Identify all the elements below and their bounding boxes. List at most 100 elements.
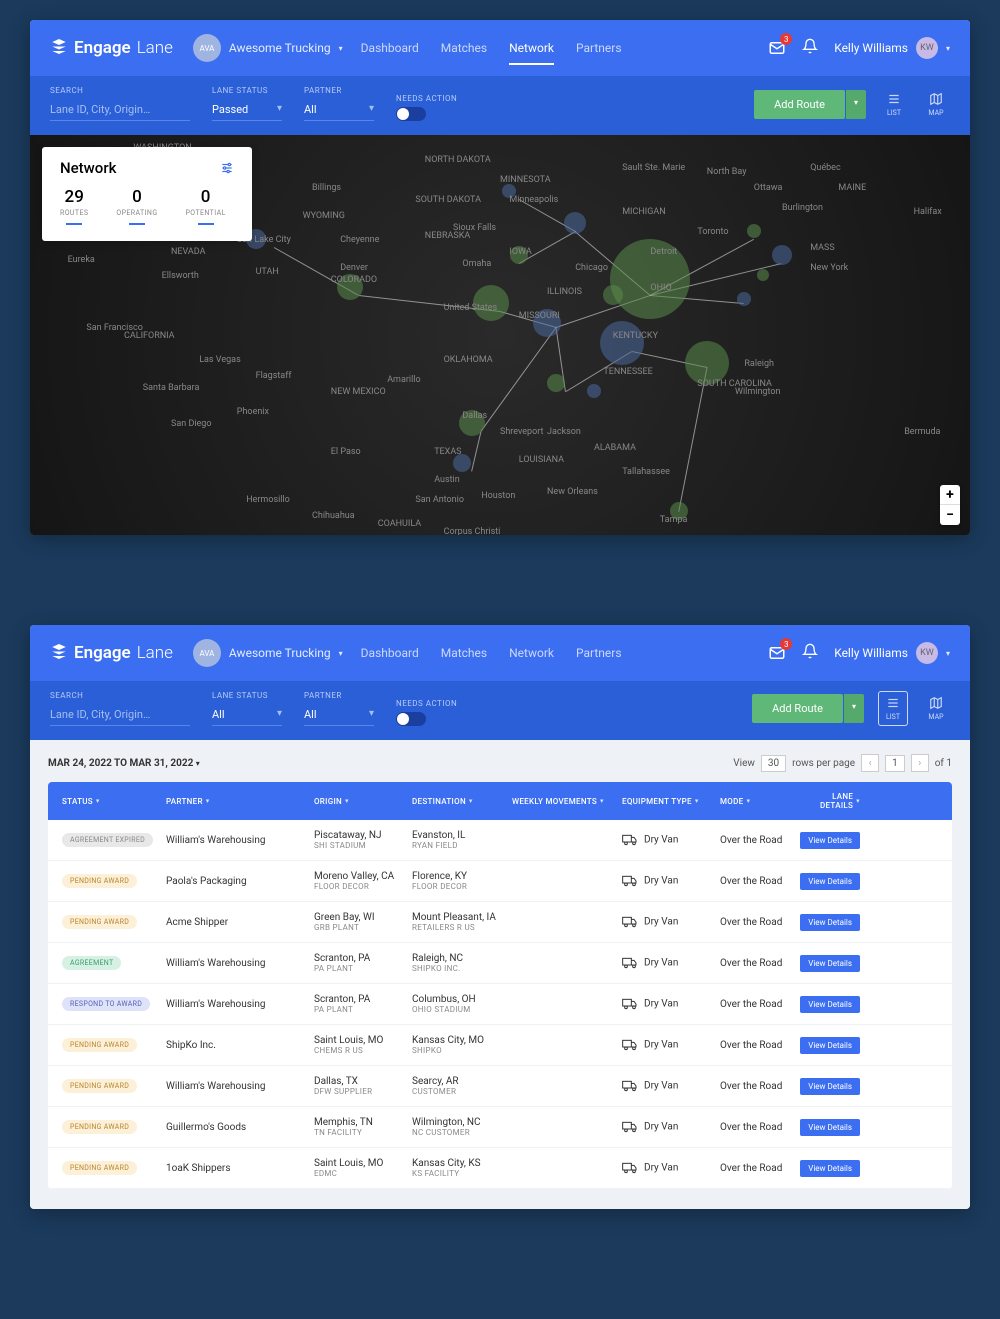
nav-partners[interactable]: Partners [576,640,622,666]
table-row: AGREEMENT EXPIREDWilliam's WarehousingPi… [48,820,952,861]
mode-cell: Over the Road [720,917,800,928]
network-node[interactable] [685,341,729,385]
org-avatar: AVA [193,34,221,62]
mode-cell: Over the Road [720,835,800,846]
user-avatar: KW [916,37,938,59]
search-input[interactable] [50,704,190,726]
status-badge: PENDING AWARD [62,1120,137,1134]
notifications-icon[interactable]: 3 [768,644,786,662]
network-node[interactable] [510,246,528,264]
bell-icon[interactable] [802,38,818,58]
view-details-button[interactable]: View Details [800,955,860,972]
view-details-button[interactable]: View Details [800,873,860,890]
network-node[interactable] [587,384,601,398]
nav-dashboard[interactable]: Dashboard [361,35,419,61]
map-view-button[interactable]: MAP [922,692,950,725]
zoom-in-button[interactable]: + [940,485,960,505]
add-route-dropdown[interactable]: ▾ [846,90,866,119]
map[interactable]: WASHINGTONSeattleNORTH DAKOTABillingsMIN… [30,135,970,535]
prev-page-button[interactable]: ‹ [861,754,879,772]
destination-cell: Searcy, ARCUSTOMER [412,1076,512,1096]
add-route-button[interactable]: Add Route [754,90,845,119]
network-node[interactable] [533,309,561,337]
col-partner[interactable]: PARTNER [166,792,314,810]
needs-action-toggle[interactable] [396,107,426,121]
status-badge: PENDING AWARD [62,1079,137,1093]
network-node[interactable] [747,224,761,238]
org-name: Awesome Trucking [229,41,331,55]
nav-partners[interactable]: Partners [576,35,622,61]
network-node[interactable] [603,285,623,305]
network-node[interactable] [473,285,509,321]
col-status[interactable]: STATUS [62,792,166,810]
view-details-button[interactable]: View Details [800,914,860,931]
list-view-button[interactable]: LIST [880,88,908,121]
needs-action-toggle[interactable] [396,712,426,726]
equipment-cell: Dry Van [622,916,720,928]
partner-select[interactable]: All [304,704,374,726]
chevron-down-icon: ▾ [339,649,343,658]
nav-dashboard[interactable]: Dashboard [361,640,419,666]
nav-network[interactable]: Network [509,35,554,61]
network-node[interactable] [337,274,363,300]
origin-cell: Green Bay, WIGRB PLANT [314,912,412,932]
notifications-icon[interactable]: 3 [768,39,786,57]
mode-cell: Over the Road [720,1122,800,1133]
network-node[interactable] [772,245,792,265]
next-page-button[interactable]: › [911,754,929,772]
lane-status-select[interactable]: Passed [212,99,282,121]
list-view-button[interactable]: LIST [878,691,908,726]
org-selector[interactable]: AVA Awesome Trucking ▾ [193,639,343,667]
network-node[interactable] [459,410,485,436]
network-map-panel: EngageLane AVA Awesome Trucking ▾ Dashbo… [30,20,970,535]
bell-icon[interactable] [802,643,818,663]
partner-cell: Paola's Packaging [166,876,314,887]
equipment-cell: Dry Van [622,1039,720,1051]
partner-label: PARTNER [304,691,374,700]
page-input[interactable]: 1 [885,755,905,772]
map-view-button[interactable]: MAP [922,88,950,121]
nav-matches[interactable]: Matches [441,35,487,61]
col-weekly-movements[interactable]: WEEKLY MOVEMENTS [512,792,622,810]
chevron-down-icon: ▾ [946,649,950,658]
view-details-button[interactable]: View Details [800,1078,860,1095]
mode-cell: Over the Road [720,1163,800,1174]
network-stats-panel: Network 29ROUTES0OPERATING0POTENTIAL [42,147,252,241]
network-node[interactable] [610,239,690,319]
destination-cell: Evanston, ILRYAN FIELD [412,830,512,850]
view-details-button[interactable]: View Details [800,996,860,1013]
view-details-button[interactable]: View Details [800,1160,860,1177]
lanes-table: STATUSPARTNERORIGINDESTINATIONWEEKLY MOV… [48,782,952,1189]
col-mode[interactable]: MODE [720,792,800,810]
org-selector[interactable]: AVA Awesome Trucking ▾ [193,34,343,62]
col-equipment-type[interactable]: EQUIPMENT TYPE [622,792,720,810]
logo[interactable]: EngageLane [50,38,173,58]
rows-per-page-select[interactable]: 30 [761,755,786,772]
view-details-button[interactable]: View Details [800,1119,860,1136]
network-node[interactable] [670,502,688,520]
partner-label: PARTNER [304,86,374,95]
mode-cell: Over the Road [720,1081,800,1092]
lane-status-select[interactable]: All [212,704,282,726]
logo[interactable]: EngageLane [50,643,173,663]
col-lane-details[interactable]: LANE DETAILS [800,792,860,810]
filter-bar: SEARCH LANE STATUS All PARTNER All NEEDS… [30,681,970,740]
user-menu[interactable]: Kelly Williams KW ▾ [834,642,950,664]
view-details-button[interactable]: View Details [800,1037,860,1054]
user-menu[interactable]: Kelly Williams KW ▾ [834,37,950,59]
network-node[interactable] [600,321,644,365]
col-destination[interactable]: DESTINATION [412,792,512,810]
search-label: SEARCH [50,691,190,700]
view-details-button[interactable]: View Details [800,832,860,849]
filter-icon[interactable] [220,161,234,175]
add-route-dropdown[interactable]: ▾ [844,694,864,723]
nav-network[interactable]: Network [509,640,554,666]
add-route-button[interactable]: Add Route [752,694,843,723]
search-input[interactable] [50,99,190,121]
zoom-out-button[interactable]: − [940,505,960,525]
partner-select[interactable]: All [304,99,374,121]
partner-cell: William's Warehousing [166,958,314,969]
nav-matches[interactable]: Matches [441,640,487,666]
date-range-selector[interactable]: MAR 24, 2022 TO MAR 31, 2022 ▾ [48,758,200,769]
col-origin[interactable]: ORIGIN [314,792,412,810]
